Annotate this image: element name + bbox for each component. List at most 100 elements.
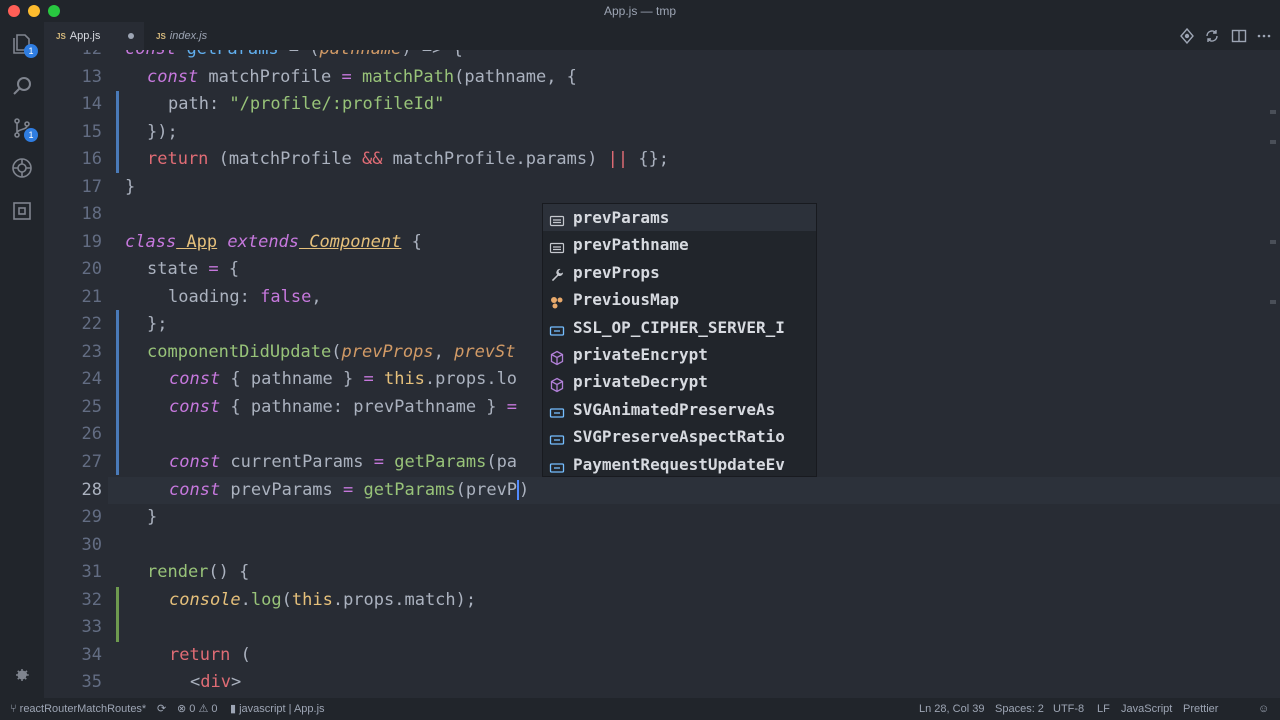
status-bar: ⑂ reactRouterMatchRoutes* ⟳ ⊗ 0 ⚠ 0 ▮ ja… [0,698,1280,720]
explorer-badge: 1 [24,44,38,58]
code-line: 16 return (matchProfile && matchProfile.… [44,146,1280,173]
problems-indicator[interactable]: ⊗ 0 ⚠ 0 [177,698,218,720]
overview-mark [1270,140,1276,144]
line-number: 16 [81,149,102,169]
language-mode[interactable]: JavaScript [1121,698,1172,720]
code-text: }; [147,314,168,334]
code-text[interactable]: const prevParams = getParams(prevP) [169,477,529,504]
variable-icon [549,237,565,254]
suggestion-label: prevParams [573,208,670,227]
line-number: 20 [81,259,102,279]
line-number: 31 [81,562,102,582]
line-number: 19 [81,232,102,252]
line-number: 23 [81,342,102,362]
suggestion-label: PaymentRequestUpdateEv [573,454,785,474]
method-icon [549,374,565,393]
formatter[interactable]: Prettier [1183,698,1218,720]
more-actions-icon[interactable] [1256,28,1272,44]
tab-label: index.js [169,30,208,42]
split-editor-icon[interactable] [1231,28,1247,44]
suggestion-item[interactable]: PaymentRequestUpdateEv [543,451,816,476]
code-line: 35 <div> [44,669,1280,696]
warning-icon: ⚠ [198,703,212,715]
code-text: const matchProfile = matchPath(pathname,… [147,67,577,87]
suggestion-label: prevPathname [573,235,689,255]
language-scope: ▮ javascript | App.js [230,703,325,715]
code-text: render() { [147,562,250,582]
suggestion-item[interactable]: SVGAnimatedPreserveAs [543,396,816,423]
line-number: 30 [81,535,102,555]
suggestion-item[interactable]: privateDecrypt [543,368,816,395]
git-branch-icon: ⑂ [10,703,20,715]
line-number: 14 [81,94,102,114]
constant-icon [549,320,565,336]
indentation[interactable]: Spaces: 2 [995,698,1044,720]
line-number: 29 [81,507,102,527]
explorer-icon[interactable]: 1 [10,32,38,58]
compare-icon[interactable] [1179,27,1195,45]
code-line: 13 const matchProfile = matchPath(pathna… [44,64,1280,91]
line-number: 13 [81,67,102,87]
js-file-icon: JS [156,32,166,41]
suggestion-item[interactable]: PreviousMap [543,286,816,313]
error-icon: ⊗ [177,703,190,715]
code-line: 34 return ( [44,642,1280,669]
settings-gear-icon[interactable] [13,666,31,684]
activity-bar: 1 1 [0,22,44,698]
feedback-smiley-icon[interactable]: ☺ [1258,698,1269,720]
line-number: 32 [81,590,102,610]
cursor-position[interactable]: Ln 28, Col 39 [919,698,984,720]
code-line: 15 }); [44,119,1280,146]
overview-mark [1270,300,1276,304]
code-text: return (matchProfile && matchProfile.par… [147,149,670,169]
line-number: 27 [81,452,102,472]
debug-icon[interactable] [10,156,34,180]
suggestion-item[interactable]: privateEncrypt [543,341,816,368]
suggestion-item[interactable]: SVGPreserveAspectRatio [543,423,816,450]
line-ending[interactable]: LF [1097,698,1110,720]
method-icon [549,347,565,366]
code-line: 17 } [44,174,1280,201]
source-control-icon[interactable]: 1 [10,116,38,142]
constant-icon [549,402,565,418]
line-number: 34 [81,645,102,665]
code-text: return ( [169,645,251,665]
open-changes-icon[interactable] [1204,28,1220,44]
encoding[interactable]: UTF-8 [1053,698,1084,720]
suggestion-item[interactable]: prevPathname [543,231,816,258]
constant-icon [549,429,565,445]
code-line: 33 [44,614,1280,641]
code-text: const { pathname: prevPathname } = [169,397,518,417]
tab-app-js[interactable]: JS App.js [44,22,144,50]
suggestion-item[interactable]: prevProps [543,259,816,286]
overview-ruler[interactable] [1266,50,1280,698]
code-text: class App extends Component { [125,232,422,252]
code-text: <div> [190,672,242,692]
code-text: }); [147,122,178,142]
line-number: 15 [81,122,102,142]
code-text: const { pathname } = this.props.lo [169,369,518,389]
extensions-icon[interactable] [10,199,34,223]
code-line: 30 [44,532,1280,559]
line-number: 25 [81,397,102,417]
unsaved-dot-icon[interactable] [128,33,134,39]
suggestion-item[interactable]: prevParams [543,204,816,232]
sync-icon[interactable]: ⟳ [157,698,166,720]
code-text: loading: false, [168,287,322,307]
tab-bar: JS App.js JS index.js [44,22,1280,50]
tab-label: App.js [69,30,101,42]
autocomplete-suggestions[interactable]: prevParams prevPathname prevProps PreviousM… [542,203,817,477]
branch-indicator[interactable]: ⑂ reactRouterMatchRoutes* [10,698,146,720]
tab-index-js[interactable]: JS index.js [144,22,244,50]
suggestion-label: SVGAnimatedPreserveAs [573,399,776,419]
suggestion-label: SVGPreserveAspectRatio [573,427,785,447]
code-text: const currentParams = getParams(pa [169,452,518,472]
line-number: 28 [81,480,102,500]
code-text: } [125,177,136,197]
search-icon[interactable] [10,74,34,98]
class-icon [549,292,565,309]
line-number: 26 [81,424,102,444]
suggestion-item[interactable]: SSL_OP_CIPHER_SERVER_I [543,314,816,341]
overview-mark [1270,110,1276,114]
line-number: 24 [81,369,102,389]
